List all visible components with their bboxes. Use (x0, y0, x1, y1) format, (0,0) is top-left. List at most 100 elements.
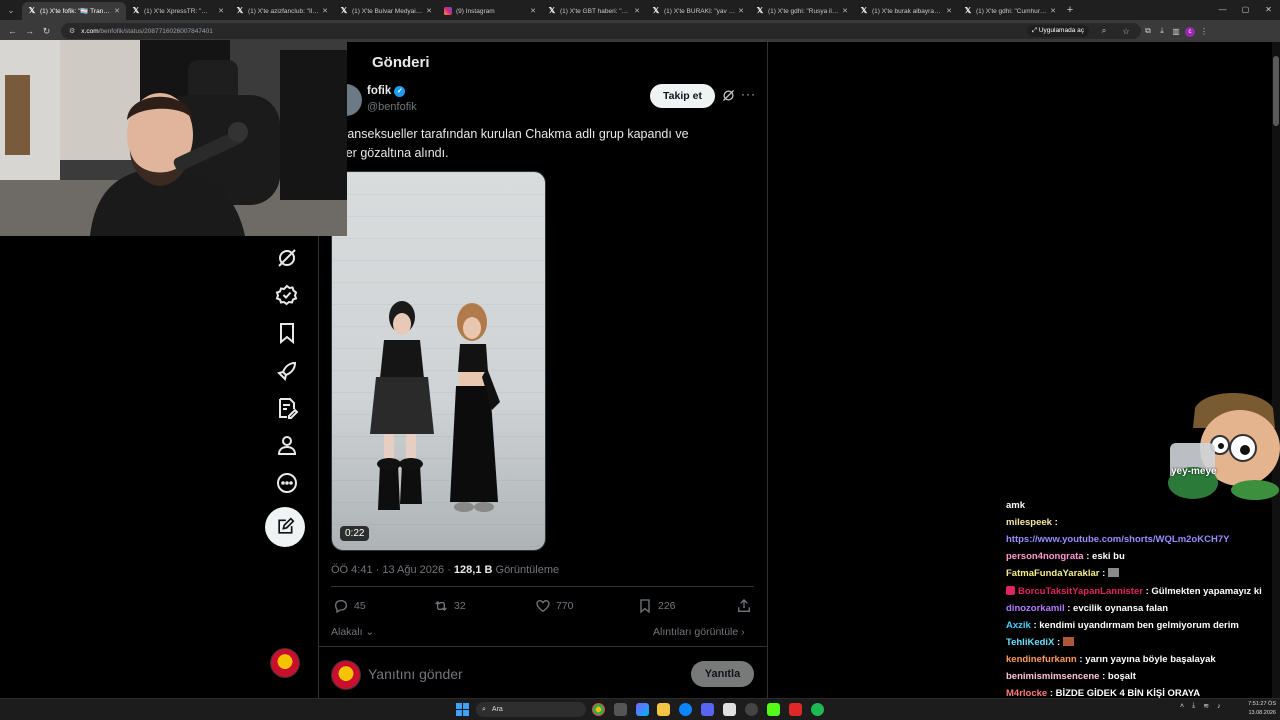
bookmark-count: 226 (658, 600, 676, 612)
chat-text: : Gülmekten yapamayız ki (1142, 585, 1262, 597)
bookmarks-nav-icon[interactable] (275, 321, 299, 345)
browser-tab[interactable]: 𝕏 (1) X'te Bulvar Medyai: "M ✕ (334, 2, 438, 20)
media-taskbar-icon[interactable] (789, 703, 802, 716)
browser-tab[interactable]: 𝕏 (1) X'te XpressTR: "🚨 Otizm✕ (126, 2, 230, 20)
close-tab-icon[interactable]: ✕ (114, 7, 120, 15)
forward-icon[interactable]: → (21, 26, 38, 36)
grok-explain-icon[interactable] (721, 88, 736, 103)
like-action[interactable]: 770 (535, 598, 574, 614)
share-action[interactable] (736, 598, 752, 614)
views-count: 128,1 B (453, 564, 493, 576)
kick-taskbar-icon[interactable] (767, 703, 780, 716)
task-view-icon[interactable] (614, 703, 627, 716)
account-avatar[interactable] (270, 648, 300, 678)
x-logo-icon: 𝕏 (756, 6, 764, 15)
volume-icon[interactable]: ♪ (1217, 703, 1221, 710)
compose-post-button[interactable] (265, 507, 305, 547)
reply-action[interactable]: 45 (333, 598, 366, 614)
maximize-icon[interactable]: ▢ (1234, 0, 1257, 20)
close-tab-icon[interactable]: ✕ (218, 7, 224, 15)
new-tab-button[interactable]: + (1062, 4, 1078, 16)
post-more-options-icon[interactable]: ··· (741, 87, 756, 101)
close-tab-icon[interactable]: ✕ (426, 7, 432, 15)
post-video[interactable] (331, 171, 546, 551)
tray-chevron-icon[interactable]: ˄ (1180, 703, 1184, 710)
author-name[interactable]: fofik ✓ (367, 85, 406, 97)
tray-download-icon[interactable]: ⤓ (1192, 702, 1195, 710)
url-path: /benfofik/status/2087716026007847401 (98, 27, 213, 35)
views-label: Görüntüleme (492, 564, 560, 576)
close-tab-icon[interactable]: ✕ (738, 7, 744, 15)
close-tab-icon[interactable]: ✕ (530, 7, 536, 15)
chat-message: https://www.youtube.com/shorts/WQLm2oKCH… (1006, 534, 1229, 545)
close-tab-icon[interactable]: ✕ (1050, 7, 1056, 15)
more-nav-icon[interactable] (275, 471, 299, 495)
file-explorer-icon[interactable] (657, 703, 670, 716)
browser-tab[interactable]: 𝕏 (1) X'te BURAKI: "yav amc ✕ (646, 2, 750, 20)
obs-taskbar-icon[interactable] (745, 703, 758, 716)
browser-tab[interactable]: 𝕏 (1) X'te gdhi: "Rusya ile Uk ✕ (750, 2, 854, 20)
close-tab-icon[interactable]: ✕ (842, 7, 848, 15)
open-in-app-button[interactable]: ⤢ Uygulamada aç (1026, 25, 1089, 37)
browser-tab[interactable]: 𝕏 (1) X'te gdhi: "Cumhurbaş ✕ (958, 2, 1062, 20)
reply-submit-button[interactable]: Yanıtla (691, 661, 754, 687)
close-tab-icon[interactable]: ✕ (946, 7, 952, 15)
verified-orgs-nav-icon[interactable] (275, 283, 299, 307)
minimize-icon[interactable]: — (1211, 0, 1234, 20)
chat-username: person4nongrata (1006, 551, 1084, 563)
author-handle[interactable]: @benfofik (367, 101, 417, 113)
bookmark-star-icon[interactable]: ☆ (1119, 27, 1133, 36)
chat-link[interactable]: https://www.youtube.com/shorts/WQLm2oKCH… (1006, 534, 1229, 545)
instagram-icon (444, 7, 452, 15)
browser-tab[interactable]: 𝕏 (1) X'te azizfanclub: "İlk y ✕ (230, 2, 334, 20)
edge-taskbar-icon[interactable] (679, 703, 692, 716)
taskbar-search[interactable]: ⌕ Ara (476, 702, 586, 717)
back-icon[interactable]: ← (4, 26, 21, 36)
sidebar-icon[interactable]: ▥ (1169, 27, 1183, 36)
articles-nav-icon[interactable] (275, 396, 299, 420)
browser-tab[interactable]: 𝕏 (1) X'te fofik: "🏳️‍⚧️ Transek ✕ (22, 2, 126, 20)
follow-button[interactable]: Takip et (650, 84, 715, 108)
reply-sort-dropdown[interactable]: Alakalı ⌄ (331, 626, 374, 638)
reply-count: 45 (354, 600, 366, 612)
repost-action[interactable]: 32 (433, 598, 466, 614)
profile-icon[interactable]: c (1183, 26, 1197, 37)
view-quotes-link[interactable]: Alıntıları görüntüle › (653, 626, 745, 638)
profile-nav-icon[interactable] (275, 433, 299, 457)
close-window-icon[interactable]: ✕ (1257, 0, 1280, 20)
reply-input[interactable]: Yanıtını gönder (368, 666, 463, 682)
post-timestamp[interactable]: ÖÖ 4:41 · 13 Ağu 2026 · (331, 564, 454, 576)
chat-username: kendinefurkann (1006, 653, 1077, 665)
bookmark-action[interactable]: 226 (637, 598, 676, 614)
browser-tab[interactable]: 𝕏 (1) X'te burak albayrak: "o ✕ (854, 2, 958, 20)
chat-username: benimismimsencene (1006, 671, 1100, 682)
close-tab-icon[interactable]: ✕ (322, 7, 328, 15)
windows-start-icon[interactable] (456, 703, 469, 716)
spotify-taskbar-icon[interactable] (811, 703, 824, 716)
grok-nav-icon[interactable] (275, 246, 299, 270)
browser-tab[interactable]: 𝕏 (1) X'te GBT haberi: "First l ✕ (542, 2, 646, 20)
reload-icon[interactable]: ↻ (38, 26, 55, 37)
site-info-icon[interactable]: ⚙ (69, 27, 75, 35)
downloads-icon[interactable]: ⤓ (1155, 26, 1169, 36)
compose-icon (278, 517, 295, 534)
browser-tab[interactable]: (9) Instagram ✕ (438, 2, 542, 20)
clock-date: 13.08.2026 (1248, 710, 1276, 716)
copilot-taskbar-icon[interactable] (636, 703, 649, 716)
wifi-icon[interactable]: ≋ (1203, 702, 1209, 710)
jobs-rocket-nav-icon[interactable] (275, 359, 299, 383)
address-bar[interactable]: ⚙ x.com /benfofik/status/208771602600784… (61, 23, 1141, 39)
scrollbar-thumb[interactable] (1273, 56, 1279, 126)
browser-menu-icon[interactable]: ⋮ (1197, 27, 1211, 36)
zoom-icon[interactable]: ⌕ (1097, 26, 1111, 36)
extensions-icon[interactable]: ⧉ (1141, 26, 1155, 36)
tab-search-chevron-icon[interactable]: ⌄ (0, 5, 22, 16)
app-taskbar-icon[interactable] (723, 703, 736, 716)
chrome-taskbar-icon[interactable] (592, 703, 605, 716)
verified-badge-icon: ✓ (394, 85, 406, 97)
close-tab-icon[interactable]: ✕ (634, 7, 640, 15)
discord-taskbar-icon[interactable] (701, 703, 714, 716)
post-metadata: ÖÖ 4:41 · 13 Ağu 2026 · 128,1 B Görüntül… (331, 564, 559, 576)
emote-caption: yey-meye (1171, 466, 1217, 477)
taskbar-clock[interactable]: 7:51:27 ÖS 13.08.2026 (1236, 700, 1276, 718)
